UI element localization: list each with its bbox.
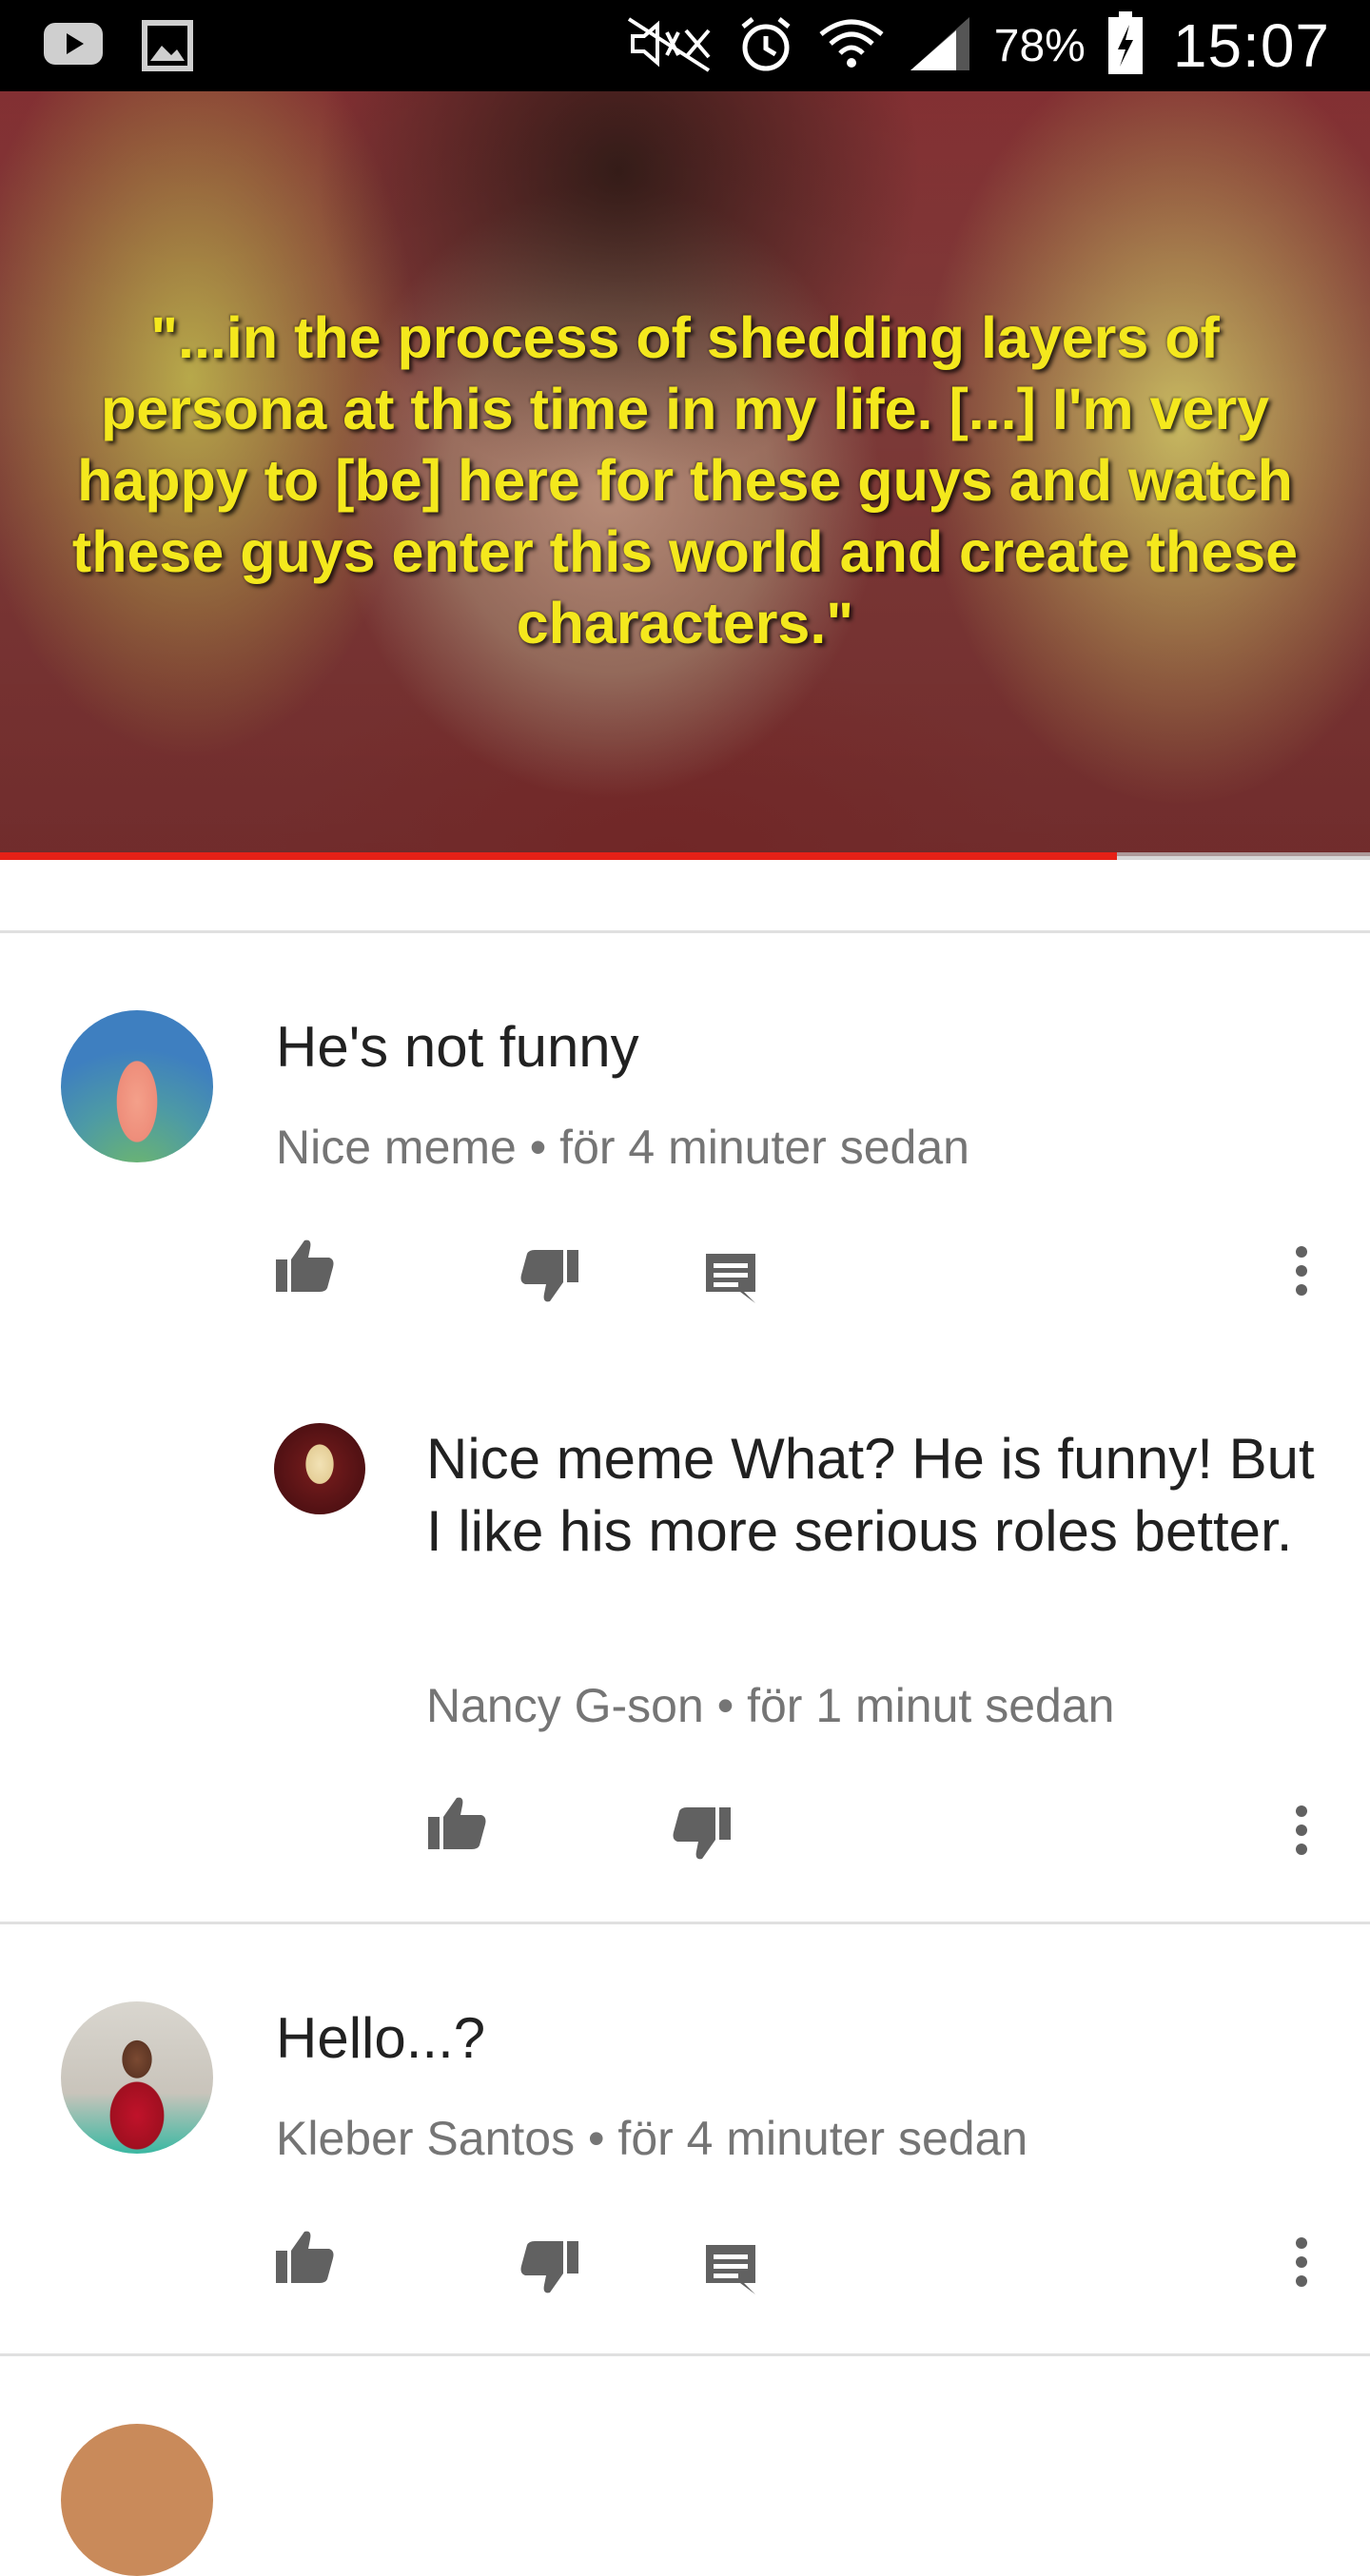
patrick-avatar[interactable]: [61, 1010, 213, 1162]
video-player[interactable]: "...in the process of shedding layers of…: [0, 91, 1370, 856]
more-options-button[interactable]: [1267, 2228, 1336, 2296]
divider: [0, 930, 1370, 933]
youtube-icon: [42, 17, 105, 79]
nancy-avatar[interactable]: [274, 1423, 365, 1514]
more-options-button[interactable]: [1267, 1796, 1336, 1864]
signal-icon: [907, 13, 973, 79]
battery-icon: [1106, 10, 1145, 81]
thumb-up-icon: [274, 2228, 335, 2285]
dislike-button[interactable]: [668, 1800, 736, 1868]
reply-icon: [702, 2241, 759, 2294]
alarm-icon: [735, 13, 796, 79]
clock: 15:07: [1172, 11, 1330, 80]
more-options-button[interactable]: [1267, 1237, 1336, 1305]
comment-item: He's not funny Nice meme • för 4 minuter…: [0, 951, 1370, 1351]
thumb-up-icon: [426, 1794, 487, 1851]
like-button[interactable]: [270, 2222, 339, 2291]
battery-percent: 78%: [993, 20, 1086, 71]
more-vert-icon: [1294, 2235, 1309, 2289]
comment-item: Hello...? Kleber Santos • för 4 minuter …: [0, 1942, 1370, 2342]
thumb-up-icon: [274, 1237, 335, 1294]
dislike-button[interactable]: [516, 2234, 584, 2302]
next-comment-avatar[interactable]: [61, 2424, 213, 2576]
comment-time: för 4 minuter sedan: [559, 1121, 969, 1174]
like-button[interactable]: [270, 1231, 339, 1299]
video-progress-bar[interactable]: [0, 852, 1370, 860]
reply-button[interactable]: [696, 1242, 765, 1311]
divider: [0, 1922, 1370, 1924]
video-progress-fill: [0, 852, 1117, 860]
comment-author[interactable]: Nice meme: [276, 1121, 517, 1174]
comment-meta: Kleber Santos • för 4 minuter sedan: [276, 2110, 1028, 2167]
thumb-down-icon: [519, 2239, 580, 2296]
comment-time: för 1 minut sedan: [747, 1679, 1115, 1732]
more-vert-icon: [1294, 1244, 1309, 1298]
meta-separator: •: [529, 1121, 547, 1174]
status-bar: 78% 15:07: [0, 0, 1370, 91]
divider: [0, 2353, 1370, 2356]
kleber-avatar[interactable]: [61, 2001, 213, 2154]
comment-meta: Nancy G-son • för 1 minut sedan: [426, 1677, 1114, 1734]
more-vert-icon: [1294, 1804, 1309, 1857]
comment-text: He's not funny: [276, 1015, 639, 1079]
wifi-icon: [817, 13, 886, 79]
reply-button[interactable]: [696, 2234, 765, 2302]
comment-text: Hello...?: [276, 2006, 486, 2070]
video-caption: "...in the process of shedding layers of…: [71, 305, 1299, 655]
reply-item: Nice meme What? He is funny! But I like …: [0, 1408, 1370, 1903]
like-button[interactable]: [422, 1788, 491, 1857]
meta-separator: •: [588, 2112, 605, 2165]
comment-author[interactable]: Kleber Santos: [276, 2112, 575, 2165]
thumb-down-icon: [519, 1248, 580, 1305]
comment-meta: Nice meme • för 4 minuter sedan: [276, 1119, 969, 1176]
meta-separator: •: [716, 1679, 734, 1732]
gallery-icon: [141, 17, 194, 79]
thumb-down-icon: [672, 1805, 733, 1863]
reply-icon: [702, 1250, 759, 1303]
comment-time: för 4 minuter sedan: [617, 2112, 1028, 2165]
comment-author[interactable]: Nancy G-son: [426, 1679, 704, 1732]
mute-icon: [623, 13, 714, 79]
comment-text: Nice meme What? He is funny! But I like …: [426, 1427, 1315, 1563]
dislike-button[interactable]: [516, 1242, 584, 1311]
